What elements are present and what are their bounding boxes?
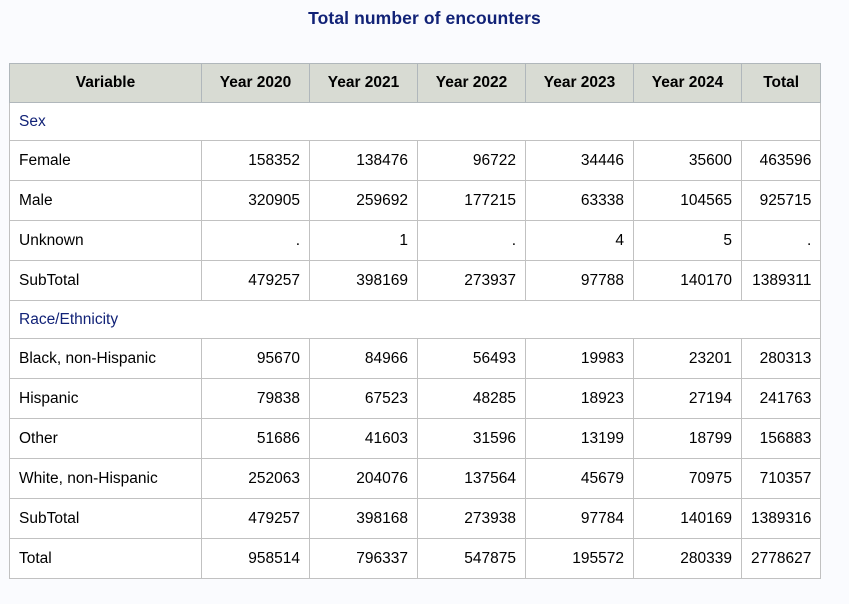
table-cell: 195572 xyxy=(525,538,634,579)
table-cell: 63338 xyxy=(525,180,634,221)
table-row: Total 958514 796337 547875 195572 280339 27786… xyxy=(9,538,822,579)
table-cell: 158352 xyxy=(201,140,310,181)
table-cell: 31596 xyxy=(417,418,526,459)
table-cell: 4 xyxy=(525,220,634,261)
table-cell: 35600 xyxy=(633,140,742,181)
group-label: Race/Ethnicity xyxy=(8,300,822,339)
table-cell: 67523 xyxy=(309,378,418,419)
table-cell: 97788 xyxy=(525,260,634,301)
table-cell: 23201 xyxy=(633,338,742,379)
row-label: Male xyxy=(9,180,202,221)
table-cell: 479257 xyxy=(201,498,310,539)
row-label: Unknown xyxy=(9,220,202,261)
row-label: White, non-Hispanic xyxy=(9,458,202,499)
table-cell: 925715 xyxy=(740,180,822,221)
row-label: SubTotal xyxy=(9,498,202,539)
table-cell: 204076 xyxy=(309,458,418,499)
table-cell: 398168 xyxy=(309,498,418,539)
table-cell: 398169 xyxy=(309,260,418,301)
row-label: Female xyxy=(9,140,202,181)
table-cell: 70975 xyxy=(633,458,742,499)
table-cell: 27194 xyxy=(633,378,742,419)
table-cell: 273937 xyxy=(417,260,526,301)
row-label: Other xyxy=(9,418,202,459)
row-label: Hispanic xyxy=(9,378,202,419)
column-header-variable: Variable xyxy=(9,63,202,103)
table-cell: 241763 xyxy=(740,378,822,419)
page-title: Total number of encounters xyxy=(308,8,541,28)
row-label: SubTotal xyxy=(9,260,202,301)
table-cell: 1 xyxy=(309,220,418,261)
column-header-year-2020: Year 2020 xyxy=(201,63,310,103)
table-cell: 252063 xyxy=(201,458,310,499)
table-body: Sex Female 158352 138476 96722 34446 35600 4635… xyxy=(8,102,822,579)
table-row: White, non-Hispanic 252063 204076 137564 456… xyxy=(9,458,822,499)
row-label: Black, non-Hispanic xyxy=(9,338,202,379)
table-cell: 1389311 xyxy=(740,260,822,301)
encounters-table: Variable Year 2020 Year 2021 Year 2022 Y… xyxy=(8,63,822,579)
table-row: Male 320905 259692 177215 63338 104565 925715 xyxy=(9,180,822,221)
table-cell: 95670 xyxy=(201,338,310,379)
table-cell: 280313 xyxy=(740,338,822,379)
column-header-year-2024: Year 2024 xyxy=(633,63,742,103)
table-cell: 796337 xyxy=(309,538,418,579)
table-row: Unknown. 1. 4 5. xyxy=(9,220,822,261)
table-cell: 177215 xyxy=(417,180,526,221)
table-cell: 84966 xyxy=(309,338,418,379)
table-group-row: Sex xyxy=(8,102,822,141)
table-cell: 710357 xyxy=(740,458,822,499)
column-header-year-2022: Year 2022 xyxy=(417,63,526,103)
table-row: Hispanic 79838 67523 48285 18923 27194 241763 xyxy=(9,378,822,419)
table-cell: 45679 xyxy=(525,458,634,499)
table-cell: 19983 xyxy=(525,338,634,379)
table-row: Female 158352 138476 96722 34446 35600 463596 xyxy=(9,140,822,181)
table-row: Black, non-Hispanic 95670 84966 56493 19983 2… xyxy=(9,338,822,379)
table-row: SubTotal 479257 398168 273938 97784 140169 138… xyxy=(9,498,822,539)
row-label: Total xyxy=(9,538,202,579)
table-cell: 140170 xyxy=(633,260,742,301)
column-header-year-2021: Year 2021 xyxy=(309,63,418,103)
table-cell: 138476 xyxy=(309,140,418,181)
table-cell: 96722 xyxy=(417,140,526,181)
table-cell: 48285 xyxy=(417,378,526,419)
table-cell: 259692 xyxy=(309,180,418,221)
column-header-year-2023: Year 2023 xyxy=(525,63,634,103)
table-cell: 79838 xyxy=(201,378,310,419)
table-cell: 51686 xyxy=(201,418,310,459)
table-cell: . xyxy=(417,220,526,261)
table-cell: 137564 xyxy=(417,458,526,499)
table-cell: 156883 xyxy=(740,418,822,459)
table-cell: 463596 xyxy=(740,140,822,181)
table-cell: 547875 xyxy=(417,538,526,579)
table-cell: . xyxy=(740,220,822,261)
table-cell: 13199 xyxy=(525,418,634,459)
table-row: SubTotal 479257 398169 273937 97788 140170 138… xyxy=(9,260,822,301)
table-cell: 958514 xyxy=(201,538,310,579)
table-cell: 320905 xyxy=(201,180,310,221)
table-cell: 34446 xyxy=(525,140,634,181)
column-header-total: Total xyxy=(740,63,822,103)
table-cell: 104565 xyxy=(633,180,742,221)
table-cell: 41603 xyxy=(309,418,418,459)
table-cell: . xyxy=(201,220,310,261)
table-cell: 18799 xyxy=(633,418,742,459)
group-label: Sex xyxy=(8,102,822,141)
table-cell: 140169 xyxy=(633,498,742,539)
table-cell: 18923 xyxy=(525,378,634,419)
table-cell: 273938 xyxy=(417,498,526,539)
table-cell: 2778627 xyxy=(740,538,822,579)
table-cell: 280339 xyxy=(633,538,742,579)
table-header-row: Variable Year 2020 Year 2021 Year 2022 Y… xyxy=(9,63,822,103)
table-cell: 479257 xyxy=(201,260,310,301)
table-cell: 97784 xyxy=(525,498,634,539)
table-cell: 1389316 xyxy=(740,498,822,539)
table-cell: 5 xyxy=(633,220,742,261)
table-group-row: Race/Ethnicity xyxy=(8,300,822,339)
table-row: Other 51686 41603 31596 13199 18799 156883 xyxy=(9,418,822,459)
table-cell: 56493 xyxy=(417,338,526,379)
